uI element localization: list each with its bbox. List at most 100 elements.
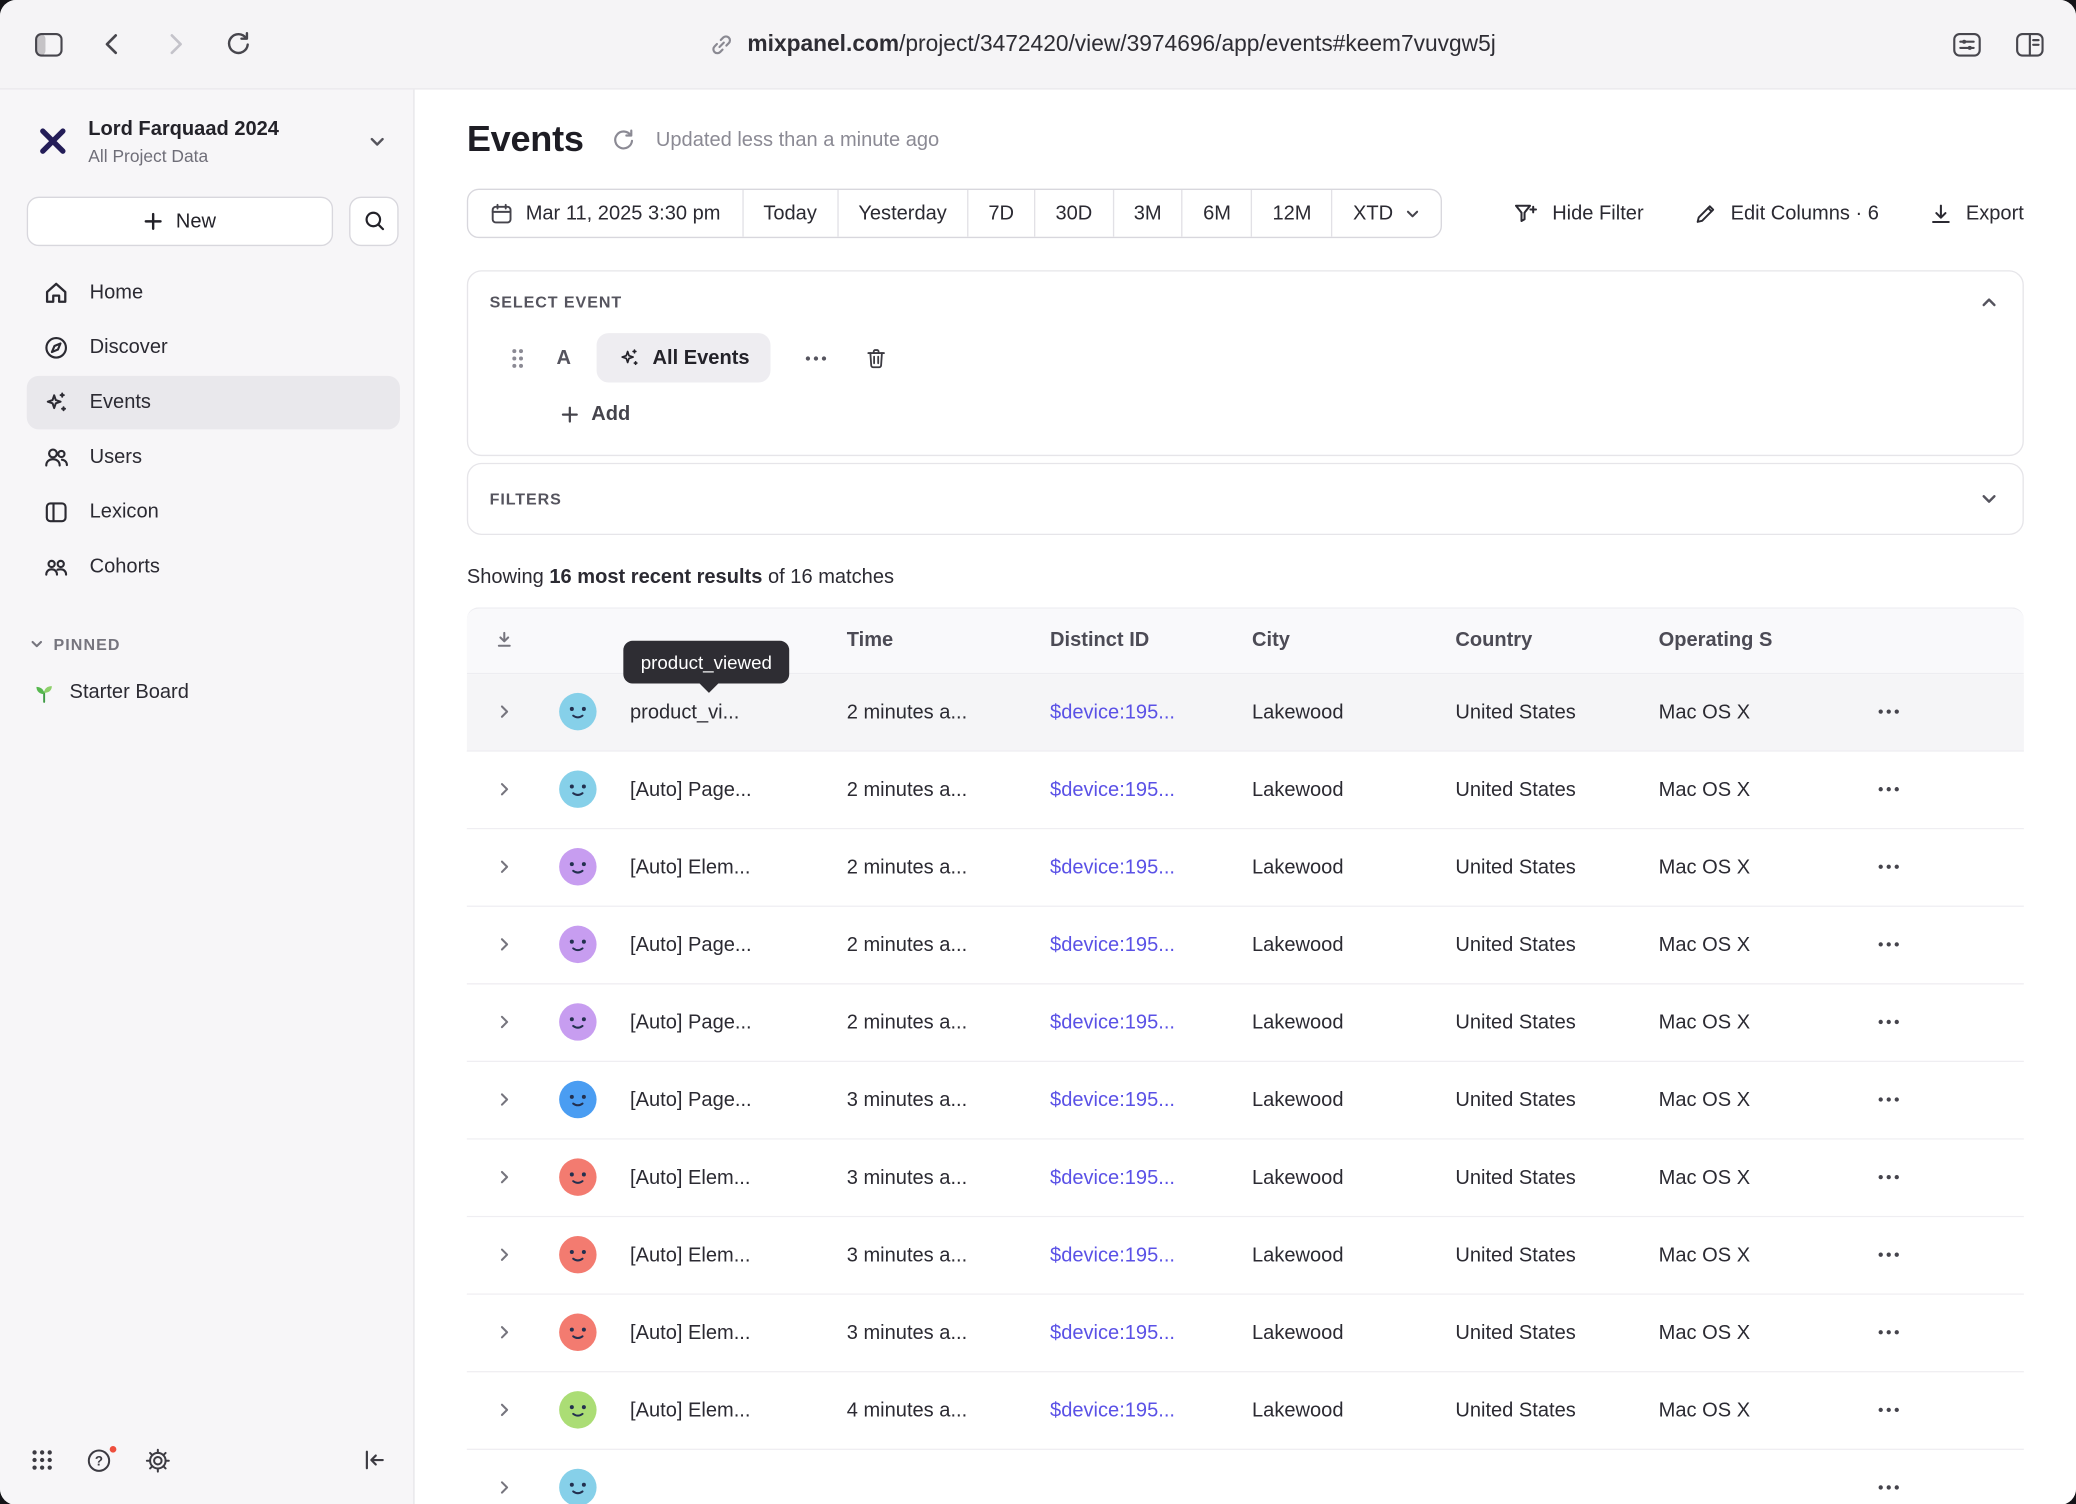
collapse-sidebar-button[interactable]: [361, 1447, 386, 1472]
sidebar-item-lexicon[interactable]: Lexicon: [27, 485, 400, 539]
column-header-os[interactable]: Operating S: [1653, 629, 1858, 652]
event-options-button[interactable]: [804, 346, 828, 370]
table-row[interactable]: [Auto] Elem... 2 minutes a... $device:19…: [467, 829, 2024, 907]
collapse-all-rows-button[interactable]: [467, 628, 542, 652]
expand-row-button[interactable]: [467, 1013, 542, 1032]
row-options-button[interactable]: [1877, 777, 1901, 801]
distinct-id-link[interactable]: $device:195...: [1050, 1088, 1175, 1111]
distinct-id-link[interactable]: $device:195...: [1050, 700, 1175, 723]
expand-row-button[interactable]: [467, 1168, 542, 1187]
expand-row-button[interactable]: [467, 1478, 542, 1497]
gear-icon: [144, 1447, 171, 1474]
table-row[interactable]: [Auto] Page... 2 minutes a... $device:19…: [467, 984, 2024, 1062]
distinct-id-link[interactable]: $device:195...: [1050, 778, 1175, 801]
refresh-button[interactable]: [612, 128, 636, 152]
distinct-id-link[interactable]: $device:195...: [1050, 1011, 1175, 1034]
export-button[interactable]: Export: [1928, 201, 2023, 225]
browser-forward-button[interactable]: [162, 31, 189, 58]
column-header-time[interactable]: Time: [841, 629, 1044, 652]
expand-row-button[interactable]: [467, 780, 542, 799]
date-range-control: Mar 11, 2025 3:30 pm Today Yesterday 7D …: [467, 189, 1443, 238]
table-row[interactable]: [Auto] Elem... 3 minutes a... $device:19…: [467, 1139, 2024, 1217]
event-name: [Auto] Page...: [630, 778, 752, 801]
sidebar-item-starter-board[interactable]: Starter Board: [16, 667, 400, 718]
row-options-button[interactable]: [1877, 932, 1901, 956]
row-options-button[interactable]: [1877, 1320, 1901, 1344]
expand-row-button[interactable]: [467, 857, 542, 876]
new-button[interactable]: New: [27, 196, 333, 245]
expand-row-button[interactable]: [467, 1400, 542, 1419]
browser-reload-button[interactable]: [225, 31, 252, 58]
table-row[interactable]: [Auto] Page... 2 minutes a... $device:19…: [467, 751, 2024, 829]
table-row[interactable]: [Auto] Page... 3 minutes a... $device:19…: [467, 1061, 2024, 1139]
distinct-id-link[interactable]: $device:195...: [1050, 855, 1175, 878]
row-options-button[interactable]: [1877, 1475, 1901, 1499]
range-12m-button[interactable]: 12M: [1251, 190, 1332, 237]
hide-filter-button[interactable]: Hide Filter: [1513, 201, 1643, 226]
date-picker-button[interactable]: Mar 11, 2025 3:30 pm: [468, 190, 742, 237]
help-button[interactable]: ?: [86, 1447, 113, 1474]
browser-back-button[interactable]: [99, 31, 126, 58]
apps-grid-button[interactable]: [31, 1449, 54, 1472]
workspace-name: Lord Farquaad 2024: [88, 118, 350, 143]
expand-filters-button[interactable]: [1980, 489, 1999, 508]
column-header-city[interactable]: City: [1247, 629, 1450, 652]
table-row[interactable]: [Auto] Page... 2 minutes a... $device:19…: [467, 906, 2024, 984]
sidebar-item-events[interactable]: Events: [27, 376, 400, 430]
range-7d-button[interactable]: 7D: [967, 190, 1034, 237]
pinned-section-toggle[interactable]: PINNED: [0, 635, 413, 654]
column-header-country[interactable]: Country: [1450, 629, 1653, 652]
page-header: Events Updated less than a minute ago: [467, 119, 2024, 160]
row-options-button[interactable]: [1877, 1165, 1901, 1189]
browser-right-controls: [1953, 31, 2052, 56]
distinct-id-link[interactable]: $device:195...: [1050, 1243, 1175, 1266]
column-header-distinct-id[interactable]: Distinct ID: [1045, 629, 1247, 652]
sidebar-item-home[interactable]: Home: [27, 266, 400, 320]
row-options-button[interactable]: [1877, 1398, 1901, 1422]
sidebar-item-users[interactable]: Users: [27, 430, 400, 484]
edit-columns-button[interactable]: Edit Columns · 6: [1693, 201, 1879, 225]
search-button[interactable]: [349, 196, 398, 245]
row-options-button[interactable]: [1877, 1243, 1901, 1267]
distinct-id-link[interactable]: $device:195...: [1050, 933, 1175, 956]
range-xtd-button[interactable]: XTD: [1332, 190, 1442, 237]
expand-row-button[interactable]: [467, 702, 542, 721]
row-options-button[interactable]: [1877, 700, 1901, 724]
drag-handle-icon[interactable]: [510, 346, 526, 370]
range-today-button[interactable]: Today: [742, 190, 837, 237]
table-row[interactable]: [Auto] Elem... 3 minutes a... $device:19…: [467, 1294, 2024, 1372]
city-cell: Lakewood: [1247, 1011, 1450, 1034]
range-yesterday-button[interactable]: Yesterday: [837, 190, 967, 237]
refresh-icon: [612, 128, 636, 152]
distinct-id-link[interactable]: $device:195...: [1050, 1166, 1175, 1189]
table-row[interactable]: [467, 1449, 2024, 1504]
settings-button[interactable]: [144, 1447, 171, 1474]
sidebar-item-discover[interactable]: Discover: [27, 321, 400, 375]
row-options-button[interactable]: [1877, 855, 1901, 879]
add-event-button[interactable]: Add: [560, 403, 630, 426]
event-selector-button[interactable]: All Events: [596, 333, 771, 382]
country-cell: United States: [1450, 700, 1653, 723]
table-row[interactable]: [Auto] Elem... 3 minutes a... $device:19…: [467, 1217, 2024, 1295]
range-6m-button[interactable]: 6M: [1182, 190, 1251, 237]
sidebar-item-cohorts[interactable]: Cohorts: [27, 540, 400, 594]
browser-split-view-button[interactable]: [2016, 31, 2044, 56]
range-30d-button[interactable]: 30D: [1034, 190, 1112, 237]
table-row[interactable]: [Auto] Elem... 4 minutes a... $device:19…: [467, 1372, 2024, 1450]
expand-row-button[interactable]: [467, 1323, 542, 1342]
range-3m-button[interactable]: 3M: [1112, 190, 1181, 237]
expand-row-button[interactable]: [467, 1245, 542, 1264]
delete-event-button[interactable]: [865, 346, 889, 370]
collapse-panel-button[interactable]: [1980, 293, 1999, 312]
expand-row-button[interactable]: [467, 935, 542, 954]
distinct-id-link[interactable]: $device:195...: [1050, 1321, 1175, 1344]
distinct-id-link[interactable]: $device:195...: [1050, 1398, 1175, 1421]
browser-page-settings-button[interactable]: [1953, 31, 1981, 56]
page-settings-icon: [1953, 31, 1981, 56]
row-options-button[interactable]: [1877, 1010, 1901, 1034]
browser-sidebar-toggle-button[interactable]: [35, 31, 63, 56]
address-bar[interactable]: mixpanel.com/project/3472420/view/397469…: [709, 31, 1496, 58]
expand-row-button[interactable]: [467, 1090, 542, 1109]
row-options-button[interactable]: [1877, 1087, 1901, 1111]
workspace-switcher[interactable]: Lord Farquaad 2024 All Project Data: [0, 90, 413, 179]
